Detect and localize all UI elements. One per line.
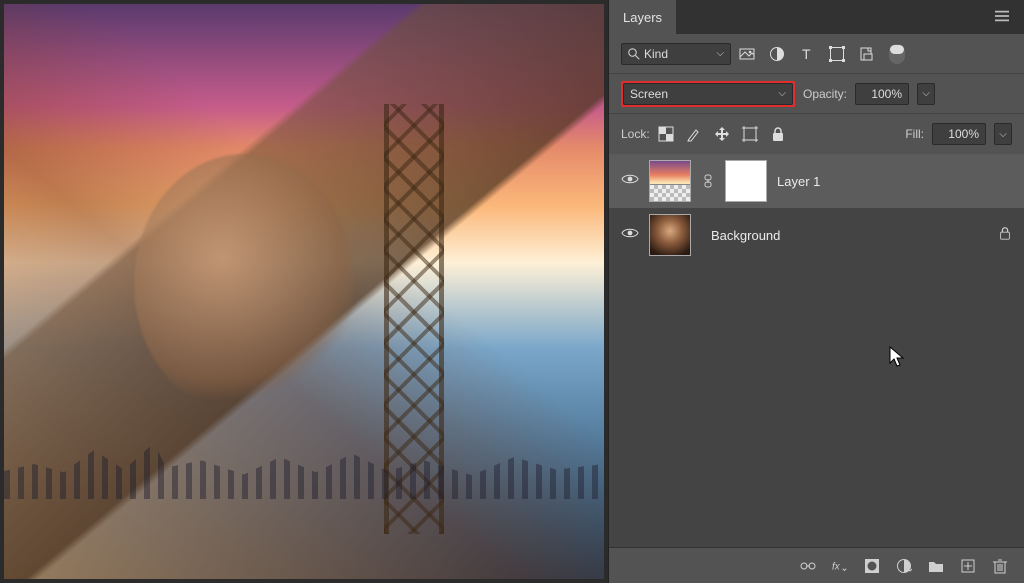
visibility-eye-icon[interactable]	[621, 226, 639, 244]
lock-position-icon[interactable]	[714, 126, 730, 142]
new-adjustment-layer-icon[interactable]	[896, 558, 912, 574]
opacity-input[interactable]: 100%	[855, 83, 909, 105]
layer-mask-thumbnail[interactable]	[725, 160, 767, 202]
lock-label: Lock:	[621, 127, 650, 141]
filter-adjustment-icon[interactable]	[769, 46, 785, 62]
panel-title: Layers	[623, 10, 662, 25]
filter-toggle-switch[interactable]	[889, 44, 905, 64]
layer-effects-icon[interactable]: fx	[832, 558, 848, 574]
lock-transparency-icon[interactable]	[658, 126, 674, 142]
blend-mode-value: Screen	[630, 87, 668, 101]
panel-tab-layers[interactable]: Layers	[609, 0, 676, 34]
blend-mode-dropdown[interactable]: Screen ⌵	[623, 83, 793, 105]
new-group-icon[interactable]	[928, 558, 944, 574]
fill-input[interactable]: 100%	[932, 123, 986, 145]
blend-opacity-row: Screen ⌵ Opacity: 100% ⌵	[609, 74, 1024, 114]
delete-layer-icon[interactable]	[992, 558, 1008, 574]
layer-name[interactable]: Layer 1	[777, 174, 820, 189]
svg-text:fx: fx	[832, 561, 841, 572]
mask-link-icon[interactable]	[701, 174, 715, 188]
layer-filter-kind-dropdown[interactable]: Kind ⌵	[621, 43, 731, 65]
filter-smartobject-icon[interactable]	[859, 46, 875, 62]
fill-slider-toggle[interactable]: ⌵	[994, 123, 1012, 145]
panel-footer: fx	[609, 547, 1024, 583]
svg-text:T: T	[802, 46, 811, 62]
layer-list: Layer 1 Background	[609, 154, 1024, 547]
layer-thumbnail[interactable]	[649, 214, 691, 256]
filter-pixel-icon[interactable]	[739, 46, 755, 62]
panel-menu-icon[interactable]	[980, 9, 1024, 26]
filter-row: Kind ⌵ T	[609, 34, 1024, 74]
panel-header: Layers	[609, 0, 1024, 34]
chevron-down-icon: ⌵	[716, 48, 724, 59]
opacity-slider-toggle[interactable]: ⌵	[917, 83, 935, 105]
fill-label: Fill:	[905, 127, 924, 141]
lock-pixels-icon[interactable]	[686, 126, 702, 142]
lock-artboard-icon[interactable]	[742, 126, 758, 142]
layer-row-layer1[interactable]: Layer 1	[609, 154, 1024, 208]
add-mask-icon[interactable]	[864, 558, 880, 574]
link-layers-icon[interactable]	[800, 558, 816, 574]
canvas-area[interactable]	[0, 0, 608, 583]
chevron-down-icon: ⌵	[778, 88, 786, 99]
blend-mode-highlight: Screen ⌵	[621, 81, 795, 107]
layer-row-background[interactable]: Background	[609, 208, 1024, 262]
document-composite	[4, 4, 604, 579]
new-layer-icon[interactable]	[960, 558, 976, 574]
filter-type-icon[interactable]: T	[799, 46, 815, 62]
filter-shape-icon[interactable]	[829, 46, 845, 62]
lock-all-icon[interactable]	[770, 126, 786, 142]
lock-fill-row: Lock: Fill: 100% ⌵	[609, 114, 1024, 154]
visibility-eye-icon[interactable]	[621, 172, 639, 190]
layer-thumbnail[interactable]	[649, 160, 691, 202]
mouse-cursor-icon	[889, 346, 907, 368]
background-lock-icon[interactable]	[998, 226, 1012, 245]
filter-label: Kind	[644, 47, 668, 61]
layer-name[interactable]: Background	[711, 228, 780, 243]
opacity-label: Opacity:	[803, 87, 847, 101]
layers-panel: Layers Kind ⌵ T Screen ⌵ Opacity: 100%	[608, 0, 1024, 583]
